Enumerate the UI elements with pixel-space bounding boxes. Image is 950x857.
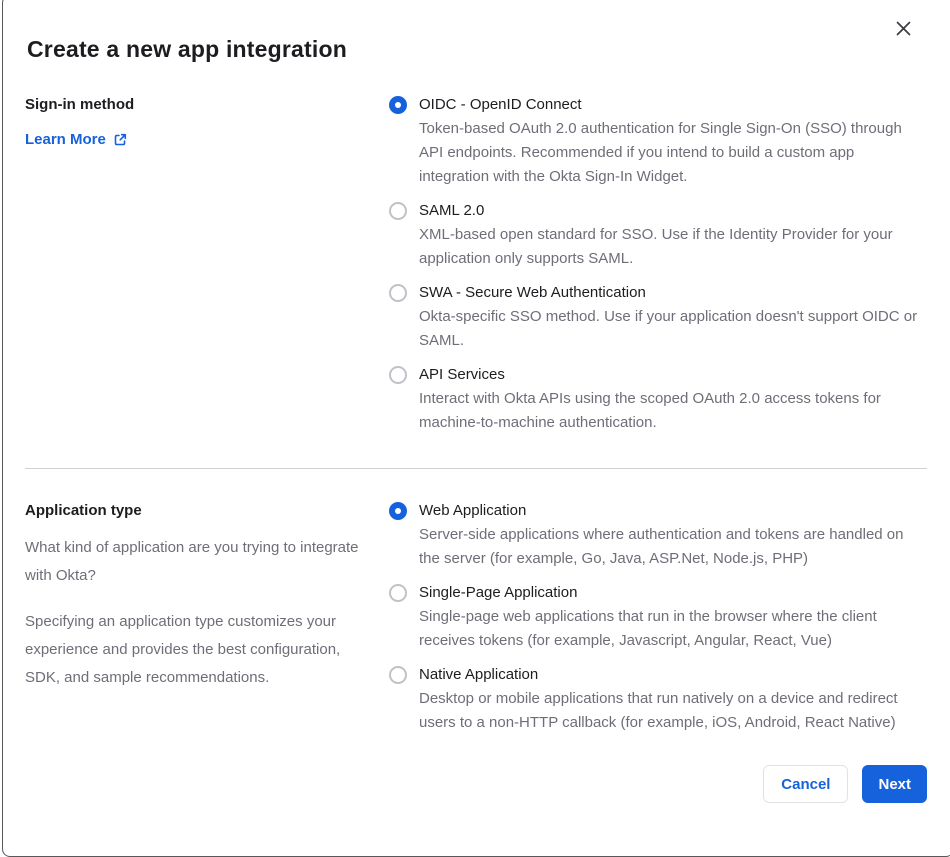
signin-option-label[interactable]: API Services [419,363,921,387]
external-link-icon [113,133,127,147]
learn-more-link[interactable]: Learn More [25,131,127,148]
apptype-option-spa: Single-Page Application Single-page web … [389,581,927,653]
signin-option-label[interactable]: SAML 2.0 [419,199,921,223]
signin-option-description: Okta-specific SSO method. Use if your ap… [419,308,918,349]
signin-option-api-services: API Services Interact with Okta APIs usi… [389,363,927,435]
application-type-paragraph: What kind of application are you trying … [25,539,359,584]
apptype-option-description: Server-side applications where authentic… [419,526,904,567]
create-app-integration-dialog: Create a new app integration Sign-in met… [2,0,950,857]
signin-option-swa: SWA - Secure Web Authentication Okta-spe… [389,281,927,353]
dialog-footer: Cancel Next [25,765,927,803]
signin-option-saml: SAML 2.0 XML-based open standard for SSO… [389,199,927,271]
radio-single-page-application[interactable] [389,584,407,602]
radio-native-application[interactable] [389,666,407,684]
signin-method-section: Sign-in method Learn More OIDC - OpenID … [25,93,927,435]
signin-option-description: XML-based open standard for SSO. Use if … [419,226,893,267]
cancel-button[interactable]: Cancel [763,765,849,803]
apptype-option-label[interactable]: Web Application [419,499,921,523]
signin-option-label[interactable]: SWA - Secure Web Authentication [419,281,921,305]
application-type-paragraph: Specifying an application type customize… [25,613,341,686]
application-type-section: Application type What kind of applicatio… [25,499,927,735]
apptype-option-description: Single-page web applications that run in… [419,608,877,649]
close-button[interactable] [891,16,915,40]
radio-web-application[interactable] [389,502,407,520]
radio-oidc[interactable] [389,96,407,114]
radio-saml[interactable] [389,202,407,220]
signin-option-label[interactable]: OIDC - OpenID Connect [419,93,921,117]
signin-option-description: Token-based OAuth 2.0 authentication for… [419,120,902,185]
application-type-heading: Application type [25,502,142,519]
apptype-option-description: Desktop or mobile applications that run … [419,690,898,731]
apptype-option-web: Web Application Server-side applications… [389,499,927,571]
section-divider [25,468,927,469]
signin-method-heading: Sign-in method [25,96,135,113]
radio-swa[interactable] [389,284,407,302]
apptype-option-label[interactable]: Native Application [419,663,921,687]
radio-api-services[interactable] [389,366,407,384]
apptype-option-label[interactable]: Single-Page Application [419,581,921,605]
apptype-option-native: Native Application Desktop or mobile app… [389,663,927,735]
next-button[interactable]: Next [862,765,927,803]
signin-option-oidc: OIDC - OpenID Connect Token-based OAuth … [389,93,927,189]
signin-option-description: Interact with Okta APIs using the scoped… [419,390,881,431]
close-icon [896,21,911,36]
dialog-title: Create a new app integration [27,36,347,62]
learn-more-label: Learn More [25,131,106,148]
